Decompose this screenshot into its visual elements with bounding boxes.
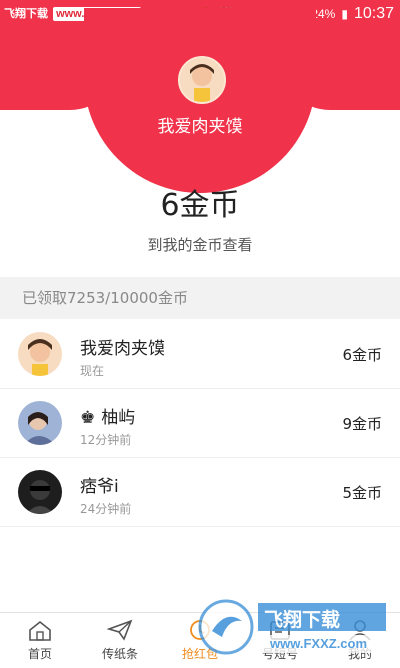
record-name: 柚屿 (101, 408, 136, 428)
watermark-title: 飞翔下载 (264, 609, 341, 631)
tab-pass-note[interactable]: 传纸条 (80, 613, 160, 668)
tab-label: 传纸条 (101, 647, 138, 661)
clock: 10:37 (353, 5, 394, 22)
home-icon (29, 620, 51, 641)
avatar (18, 332, 62, 376)
watermark-site-url: www.FXXZ.com (270, 636, 368, 651)
record-name: 痞爷i (80, 477, 119, 497)
tab-home[interactable]: 首页 (0, 613, 80, 668)
record-amount: 6金币 (342, 346, 382, 364)
record-time: 24分钟前 (80, 502, 132, 516)
paper-plane-icon (107, 619, 133, 641)
record-name: 我爱肉夹馍 (80, 339, 165, 359)
watermark-overlay: 飞翔下载 www.FXXZ.com (198, 595, 390, 660)
record-amount: 5金币 (342, 484, 382, 502)
list-item[interactable]: 我爱肉夹馍 现在 6金币 (0, 320, 400, 389)
battery-icon: ▮ (341, 7, 348, 21)
avatar (18, 470, 62, 514)
received-amount: 6金币 (160, 188, 240, 223)
crown-icon: ♚ (80, 408, 96, 428)
watermark-prefix: 飞翔下载 (4, 8, 48, 20)
avatar (18, 401, 62, 445)
list-item[interactable]: ♚ 柚屿 12分钟前 9金币 (0, 389, 400, 458)
record-amount: 9金币 (342, 415, 382, 433)
sender-name: 我爱肉夹馍 (157, 117, 243, 137)
view-coins-link[interactable]: 到我的金币查看 (0, 234, 400, 255)
claim-summary: 已领取7253/10000金币 (0, 277, 400, 319)
list-item[interactable]: 痞爷i 24分钟前 5金币 (0, 458, 400, 527)
sender-avatar[interactable] (178, 56, 226, 104)
tab-label: 首页 (27, 647, 52, 661)
record-time: 12分钟前 (80, 433, 132, 447)
record-time: 现在 (80, 364, 105, 378)
record-name-wrap: ♚ 柚屿 (80, 403, 135, 428)
